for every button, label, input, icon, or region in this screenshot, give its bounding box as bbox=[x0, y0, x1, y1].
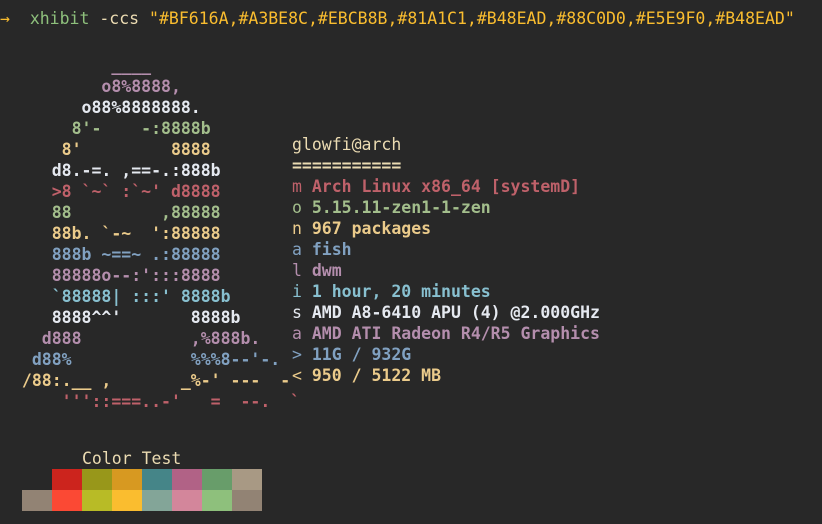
prompt-arrow-icon: → bbox=[0, 9, 10, 28]
color-swatch bbox=[172, 469, 202, 490]
ascii-art-line: ____ bbox=[12, 56, 152, 75]
info-key: i bbox=[292, 282, 302, 301]
ascii-art-line: d888 ,%888b. bbox=[12, 329, 261, 348]
info-value: AMD A8-6410 APU (4) @2.000GHz bbox=[311, 303, 600, 322]
info-key: m bbox=[292, 177, 302, 196]
ascii-art-line: 8' 8888 bbox=[12, 140, 211, 159]
color-swatch bbox=[232, 490, 262, 511]
info-row: n 967 packages bbox=[292, 218, 431, 239]
ascii-art-line: 88b. `-~ ':88888 bbox=[12, 224, 221, 243]
color-test-title: Color Test bbox=[82, 449, 182, 468]
info-value: 11G / 932G bbox=[311, 345, 412, 364]
info-key: o bbox=[292, 198, 302, 217]
ascii-art-line: 88888o--:':::8888 bbox=[12, 266, 221, 285]
color-swatch bbox=[142, 490, 172, 511]
info-value: dwm bbox=[311, 261, 342, 280]
ascii-art-line: /88:.__ , _%-' --- - bbox=[12, 371, 291, 390]
info-value: 967 packages bbox=[311, 219, 432, 238]
info-row: l dwm bbox=[292, 260, 342, 281]
command-flag: -ccs bbox=[99, 9, 140, 28]
info-row: a fish bbox=[292, 239, 352, 260]
color-swatch bbox=[202, 469, 232, 490]
info-key: > bbox=[292, 345, 302, 364]
info-row: m Arch Linux x86_64 [systemD] bbox=[292, 176, 580, 197]
info-row: < 950 / 5122 MB bbox=[292, 365, 441, 386]
color-swatch bbox=[82, 490, 112, 511]
color-swatch-row-normal bbox=[22, 469, 262, 490]
color-swatch bbox=[112, 490, 142, 511]
info-key: l bbox=[292, 261, 302, 280]
color-swatch-row-bright bbox=[22, 490, 262, 511]
ascii-art-line: d8.-=. ,==-.:888b bbox=[12, 161, 221, 180]
ascii-art-line: 8888^^' 8888b bbox=[12, 308, 241, 327]
ascii-art-line: d88% %%%8--'-. bbox=[12, 350, 281, 369]
color-swatch bbox=[52, 490, 82, 511]
info-value: 1 hour, 20 minutes bbox=[311, 282, 491, 301]
info-key: < bbox=[292, 366, 302, 385]
color-swatch bbox=[22, 490, 52, 511]
info-key: a bbox=[292, 324, 302, 343]
command-argument: "#BF616A,#A3BE8C,#EBCB8B,#81A1C1,#B48EAD… bbox=[149, 9, 795, 28]
info-key: a bbox=[292, 240, 302, 259]
ascii-art-line: >8 `~` :`~' d8888 bbox=[12, 182, 221, 201]
ascii-art-line: o88%8888888. bbox=[12, 98, 201, 117]
ascii-art-line: o8%8888, bbox=[12, 77, 181, 96]
color-swatch bbox=[142, 469, 172, 490]
ascii-art-line: `88888| :::' 8888b bbox=[12, 287, 231, 306]
info-row: o 5.15.11-zen1-1-zen bbox=[292, 197, 491, 218]
info-key: n bbox=[292, 219, 302, 238]
color-swatch bbox=[82, 469, 112, 490]
info-row: a AMD ATI Radeon R4/R5 Graphics bbox=[292, 323, 600, 344]
info-value: 950 / 5122 MB bbox=[311, 366, 442, 385]
color-swatch bbox=[202, 490, 232, 511]
info-value: AMD ATI Radeon R4/R5 Graphics bbox=[311, 324, 600, 343]
info-value: 5.15.11-zen1-1-zen bbox=[311, 198, 491, 217]
separator-line: =========== bbox=[292, 156, 402, 175]
ascii-art-line: 88 ,88888 bbox=[12, 203, 221, 222]
color-swatch bbox=[22, 469, 52, 490]
command-name: xhibit bbox=[29, 9, 90, 28]
info-value: fish bbox=[311, 240, 352, 259]
color-swatch bbox=[232, 469, 262, 490]
info-row: > 11G / 932G bbox=[292, 344, 411, 365]
ascii-art-line: 888b ~==~ .:88888 bbox=[12, 245, 221, 264]
info-row: s AMD A8-6410 APU (4) @2.000GHz bbox=[292, 302, 600, 323]
shell-prompt: → xhibit -ccs "#BF616A,#A3BE8C,#EBCB8B,#… bbox=[0, 8, 795, 29]
color-swatch bbox=[52, 469, 82, 490]
info-row: i 1 hour, 20 minutes bbox=[292, 281, 491, 302]
ascii-art-line: 8'- -:8888b bbox=[12, 119, 211, 138]
color-swatch bbox=[112, 469, 142, 490]
info-key: s bbox=[292, 303, 302, 322]
info-value: Arch Linux x86_64 [systemD] bbox=[311, 177, 581, 196]
color-swatch bbox=[172, 490, 202, 511]
user-host: glowfi@arch bbox=[292, 135, 402, 154]
ascii-art-line: '''::===..-' = --. ` bbox=[12, 392, 301, 411]
